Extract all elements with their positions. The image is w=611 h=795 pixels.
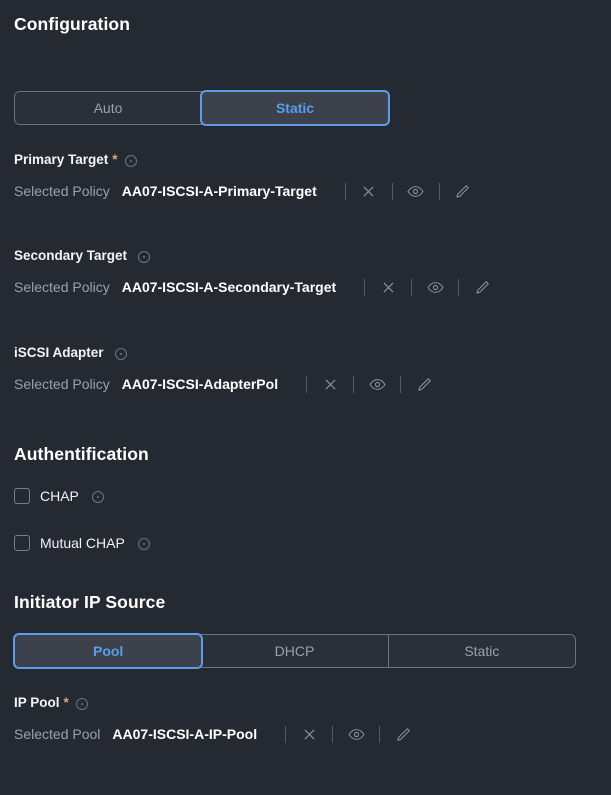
divider xyxy=(411,278,413,296)
pencil-icon[interactable] xyxy=(454,182,472,200)
secondary-target-actions xyxy=(350,278,491,296)
ip-pool-actions xyxy=(271,725,412,743)
iscsi-adapter-actions xyxy=(292,375,433,393)
eye-icon[interactable] xyxy=(347,725,365,743)
info-icon[interactable] xyxy=(137,538,150,550)
divider xyxy=(353,375,355,393)
initiator-ip-source-toggle[interactable]: Pool DHCP Static xyxy=(13,633,576,669)
info-icon[interactable] xyxy=(124,154,137,167)
iscsi-adapter-label: iSCSI Adapter xyxy=(14,345,597,360)
selection-value: AA07-ISCSI-A-Primary-Target xyxy=(121,183,317,199)
eye-icon[interactable] xyxy=(368,375,386,393)
pencil-icon[interactable] xyxy=(473,278,491,296)
eye-icon[interactable] xyxy=(407,182,425,200)
required-asterisk: * xyxy=(63,695,69,710)
field-ip-pool: IP Pool * Selected Pool AA07-ISCSI-A-IP-… xyxy=(14,695,597,744)
primary-target-label: Primary Target * xyxy=(14,152,597,167)
toggle-option-auto-label: Auto xyxy=(93,100,123,116)
divider xyxy=(306,375,308,393)
ip-pool-label: IP Pool * xyxy=(14,695,597,710)
field-primary-target: Primary Target * Selected Policy AA07-IS… xyxy=(14,152,597,201)
page-title: Configuration xyxy=(14,14,130,34)
divider xyxy=(379,725,381,743)
primary-target-selection-row: Selected Policy AA07-ISCSI-A-Primary-Tar… xyxy=(14,181,597,201)
close-icon[interactable] xyxy=(360,182,378,200)
iscsi-adapter-label-text: iSCSI Adapter xyxy=(14,345,104,360)
toggle-option-static[interactable]: Static xyxy=(388,635,575,667)
selection-label: Selected Pool xyxy=(14,726,101,742)
divider xyxy=(285,725,287,743)
secondary-target-selection-row: Selected Policy AA07-ISCSI-A-Secondary-T… xyxy=(14,277,597,297)
selection-value: AA07-ISCSI-AdapterPol xyxy=(121,376,279,392)
iscsi-adapter-selection-row: Selected Policy AA07-ISCSI-AdapterPol xyxy=(14,374,597,394)
required-asterisk: * xyxy=(112,152,118,167)
selection-value: AA07-ISCSI-A-Secondary-Target xyxy=(121,279,337,295)
initiator-ip-source-heading: Initiator IP Source xyxy=(14,592,166,612)
eye-icon[interactable] xyxy=(426,278,444,296)
divider xyxy=(458,278,460,296)
close-icon[interactable] xyxy=(379,278,397,296)
field-iscsi-adapter: iSCSI Adapter Selected Policy AA07-ISCSI… xyxy=(14,345,597,394)
divider xyxy=(332,725,334,743)
selection-label: Selected Policy xyxy=(14,183,110,199)
divider xyxy=(344,182,346,200)
toggle-option-static[interactable]: Static xyxy=(200,90,390,126)
toggle-option-pool[interactable]: Pool xyxy=(13,633,204,669)
info-icon[interactable] xyxy=(138,250,151,263)
toggle-option-static-label: Static xyxy=(464,643,500,659)
divider xyxy=(400,375,402,393)
configuration-mode-toggle[interactable]: Auto Static xyxy=(14,90,390,126)
toggle-option-pool-label: Pool xyxy=(92,643,124,659)
mutual-chap-label: Mutual CHAP xyxy=(40,535,125,551)
checkbox-row-chap[interactable]: CHAP xyxy=(14,488,104,504)
divider xyxy=(438,182,440,200)
selection-label: Selected Policy xyxy=(14,376,110,392)
primary-target-label-text: Primary Target xyxy=(14,152,109,167)
authentification-heading: Authentification xyxy=(14,444,149,464)
toggle-option-dhcp[interactable]: DHCP xyxy=(201,635,389,667)
primary-target-actions xyxy=(331,182,472,200)
chap-label: CHAP xyxy=(40,488,79,504)
divider xyxy=(391,182,393,200)
mutual-chap-checkbox[interactable] xyxy=(14,535,30,551)
toggle-option-dhcp-label: DHCP xyxy=(274,643,315,659)
selection-label: Selected Policy xyxy=(14,279,110,295)
ip-pool-selection-row: Selected Pool AA07-ISCSI-A-IP-Pool xyxy=(14,724,597,744)
close-icon[interactable] xyxy=(300,725,318,743)
info-icon[interactable] xyxy=(91,491,104,503)
divider xyxy=(364,278,366,296)
field-secondary-target: Secondary Target Selected Policy AA07-IS… xyxy=(14,248,597,297)
selection-value: AA07-ISCSI-A-IP-Pool xyxy=(112,726,258,742)
info-icon[interactable] xyxy=(75,697,88,710)
checkbox-row-mutual-chap[interactable]: Mutual CHAP xyxy=(14,535,150,551)
pencil-icon[interactable] xyxy=(394,725,412,743)
toggle-option-auto[interactable]: Auto xyxy=(15,92,202,124)
info-icon[interactable] xyxy=(114,347,127,360)
iscsi-boot-configuration-panel: Configuration Auto Static Primary Target… xyxy=(0,0,611,795)
pencil-icon[interactable] xyxy=(415,375,433,393)
toggle-option-static-label: Static xyxy=(275,100,315,116)
secondary-target-label-text: Secondary Target xyxy=(14,248,128,263)
chap-checkbox[interactable] xyxy=(14,488,30,504)
ip-pool-label-text: IP Pool xyxy=(14,695,60,710)
close-icon[interactable] xyxy=(321,375,339,393)
secondary-target-label: Secondary Target xyxy=(14,248,597,263)
